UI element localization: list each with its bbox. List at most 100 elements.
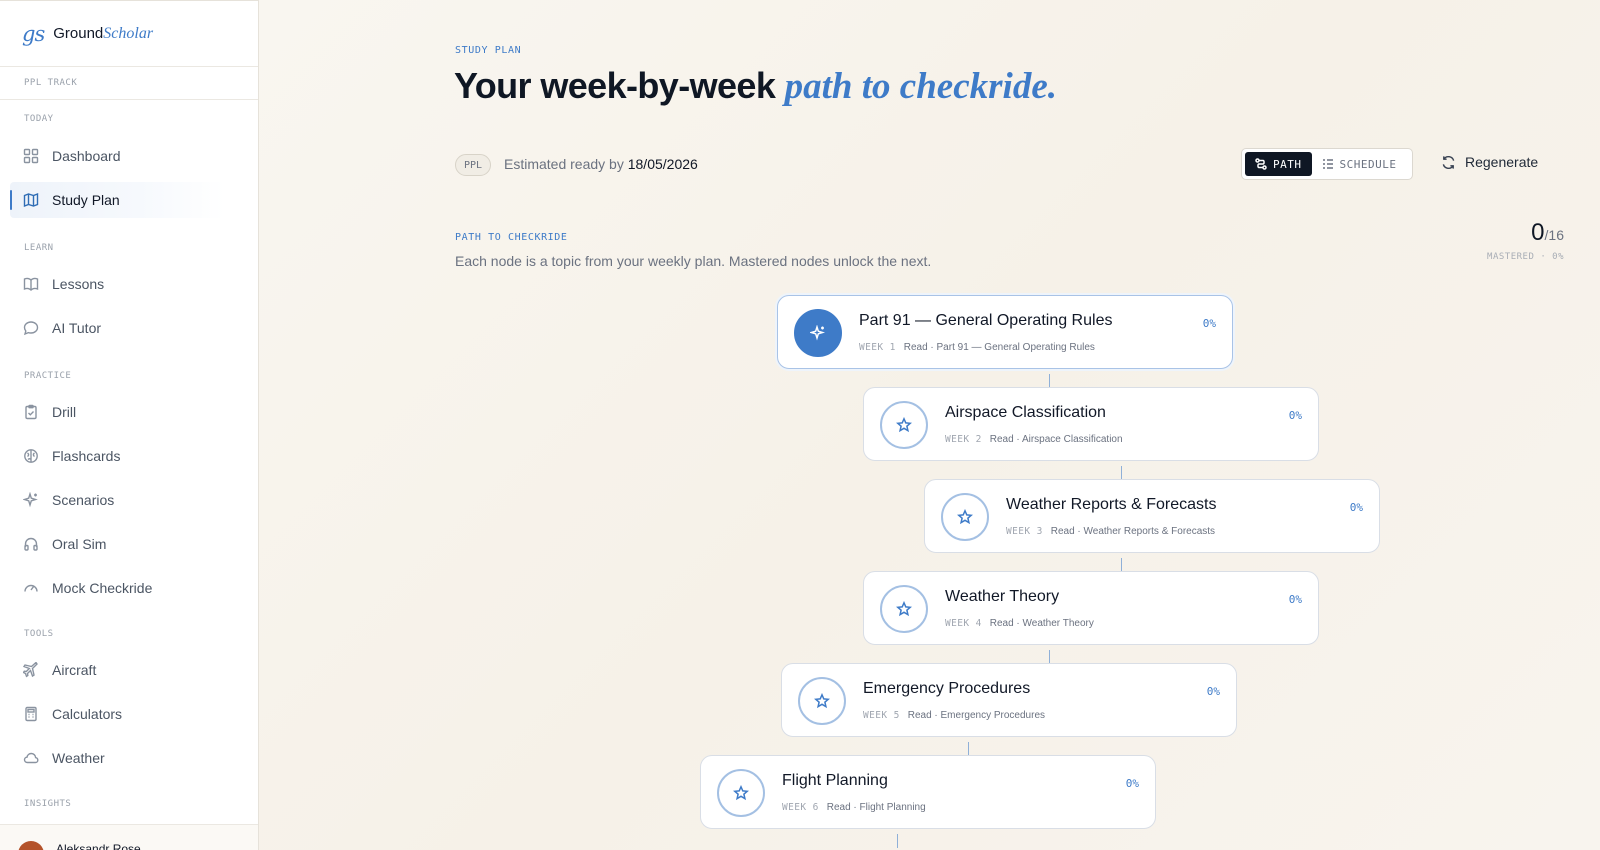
node-title: Emergency Procedures <box>863 680 1031 697</box>
path-node-week-2[interactable]: Airspace Classification WEEK 2 Read · Air… <box>863 387 1319 461</box>
sidebar-item-label: AI Tutor <box>52 320 102 336</box>
path-connector <box>1121 466 1122 480</box>
sidebar-item-calculators[interactable]: Calculators <box>10 696 225 732</box>
star-icon <box>798 677 846 725</box>
path-node-week-1[interactable]: Part 91 — General Operating Rules WEEK 1… <box>777 295 1233 369</box>
node-progress: 0% <box>1125 777 1139 790</box>
headphones-icon <box>23 536 39 552</box>
brand[interactable]: gs Ground Scholar <box>0 1 258 67</box>
sidebar-item-drill[interactable]: Drill <box>10 394 225 430</box>
view-toggle: PATH SCHEDULE <box>1241 148 1413 180</box>
node-week: WEEK 1 <box>859 342 896 353</box>
node-title: Flight Planning <box>782 772 888 789</box>
sidebar-item-label: Calculators <box>52 706 123 722</box>
sidebar-item-aircraft[interactable]: Aircraft <box>10 652 225 688</box>
node-detail: Read · Weather Reports & Forecasts <box>1050 526 1216 537</box>
path-node-week-6[interactable]: Flight Planning WEEK 6 Read · Flight Plan… <box>700 755 1156 829</box>
node-detail: Read · Airspace Classification <box>989 434 1123 445</box>
page-title-accent: path to checkride. <box>784 66 1057 107</box>
nav-section-practice: PRACTICE <box>24 371 72 381</box>
path-connector <box>1049 650 1050 664</box>
node-detail: Read · Weather Theory <box>989 618 1094 629</box>
sidebar-item-label: Lessons <box>52 276 105 292</box>
sidebar-item-ai-tutor[interactable]: AI Tutor <box>10 310 225 346</box>
sidebar-item-mock-checkride[interactable]: Mock Checkride <box>10 570 225 606</box>
node-detail: Read · Part 91 — General Operating Rules <box>903 342 1095 353</box>
nav-section-insights: INSIGHTS <box>24 799 72 809</box>
map-icon <box>23 192 39 208</box>
brand-name-scholar: Scholar <box>103 24 154 42</box>
sidebar-item-label: Study Plan <box>52 192 120 208</box>
path-node-week-4[interactable]: Weather Theory WEEK 4 Read · Weather Theo… <box>863 571 1319 645</box>
sidebar-item-dashboard[interactable]: Dashboard <box>10 138 225 174</box>
mastered-count: 0 <box>1531 219 1545 246</box>
sidebar-item-label: Drill <box>52 404 77 420</box>
toggle-path-button[interactable]: PATH <box>1245 152 1312 176</box>
sidebar-item-label: Flashcards <box>52 448 121 464</box>
node-week: WEEK 3 <box>1006 526 1043 537</box>
node-meta: WEEK 1 Read · Part 91 — General Operating… <box>859 342 1095 353</box>
path-connector <box>968 742 969 756</box>
path-connector <box>897 834 898 848</box>
avatar <box>18 841 44 850</box>
sidebar-item-flashcards[interactable]: Flashcards <box>10 438 225 474</box>
route-icon <box>1255 158 1267 170</box>
grid-icon <box>23 148 39 164</box>
star-icon <box>880 401 928 449</box>
sparkle-icon <box>794 309 842 357</box>
track-label: PPL TRACK <box>0 67 258 100</box>
node-detail: Read · Flight Planning <box>826 802 926 813</box>
sidebar-item-oral-sim[interactable]: Oral Sim <box>10 526 225 562</box>
sidebar-item-weather[interactable]: Weather <box>10 740 225 776</box>
node-title: Weather Theory <box>945 588 1060 605</box>
star-icon <box>941 493 989 541</box>
mastered-total: /16 <box>1544 227 1564 243</box>
node-meta: WEEK 6 Read · Flight Planning <box>782 802 926 813</box>
star-icon <box>717 769 765 817</box>
nav-section-learn: LEARN <box>24 243 54 253</box>
node-progress: 0% <box>1288 409 1302 422</box>
estimated-ready: Estimated ready by 18/05/2026 <box>504 156 698 172</box>
toggle-schedule-button[interactable]: SCHEDULE <box>1312 152 1407 176</box>
node-week: WEEK 6 <box>782 802 819 813</box>
sidebar: gs Ground Scholar PPL TRACK TODAY Dashboa… <box>0 0 259 850</box>
calculator-icon <box>23 706 39 722</box>
regenerate-button[interactable]: Regenerate <box>1441 154 1538 170</box>
star-icon <box>880 585 928 633</box>
path-node-week-3[interactable]: Weather Reports & Forecasts WEEK 3 Read ·… <box>924 479 1380 553</box>
refresh-icon <box>1442 155 1455 169</box>
user-profile[interactable]: Aleksandr Rose <box>0 824 258 850</box>
book-icon <box>23 276 39 292</box>
brand-logo-mark: gs <box>22 21 45 46</box>
node-progress: 0% <box>1206 685 1220 698</box>
estimate-prefix: Estimated ready by <box>504 156 628 172</box>
sidebar-item-scenarios[interactable]: Scenarios <box>10 482 225 518</box>
gauge-icon <box>23 580 39 596</box>
clipboard-check-icon <box>23 404 39 420</box>
mastered-label: MASTERED · 0% <box>1487 252 1564 262</box>
sidebar-item-label: Dashboard <box>52 148 121 164</box>
page-title-main: Your week-by-week <box>454 65 785 106</box>
sidebar-item-label: Weather <box>52 750 105 766</box>
sidebar-item-lessons[interactable]: Lessons <box>10 266 225 302</box>
path-connector <box>1121 558 1122 572</box>
mastered-counter: 0/16 <box>1531 219 1564 247</box>
user-name: Aleksandr Rose <box>56 842 141 850</box>
estimate-date: 18/05/2026 <box>627 156 698 172</box>
path-subtitle: Each node is a topic from your weekly pl… <box>455 253 932 269</box>
path-eyebrow: PATH TO CHECKRIDE <box>455 232 568 243</box>
node-title: Weather Reports & Forecasts <box>1006 496 1217 513</box>
path-connector <box>1049 374 1050 388</box>
node-meta: WEEK 3 Read · Weather Reports & Forecasts <box>1006 526 1215 537</box>
page-title: Your week-by-week path to checkride. <box>454 65 1057 108</box>
nav-section-today: TODAY <box>24 114 54 124</box>
sidebar-item-label: Scenarios <box>52 492 115 508</box>
node-progress: 0% <box>1202 317 1216 330</box>
brain-icon <box>23 448 39 464</box>
sidebar-item-label: Mock Checkride <box>52 580 153 596</box>
node-meta: WEEK 5 Read · Emergency Procedures <box>863 710 1045 721</box>
sidebar-item-study-plan[interactable]: Study Plan <box>10 182 225 218</box>
cloud-icon <box>23 750 39 766</box>
path-node-week-5[interactable]: Emergency Procedures WEEK 5 Read · Emerge… <box>781 663 1237 737</box>
nav-section-tools: TOOLS <box>24 629 54 639</box>
